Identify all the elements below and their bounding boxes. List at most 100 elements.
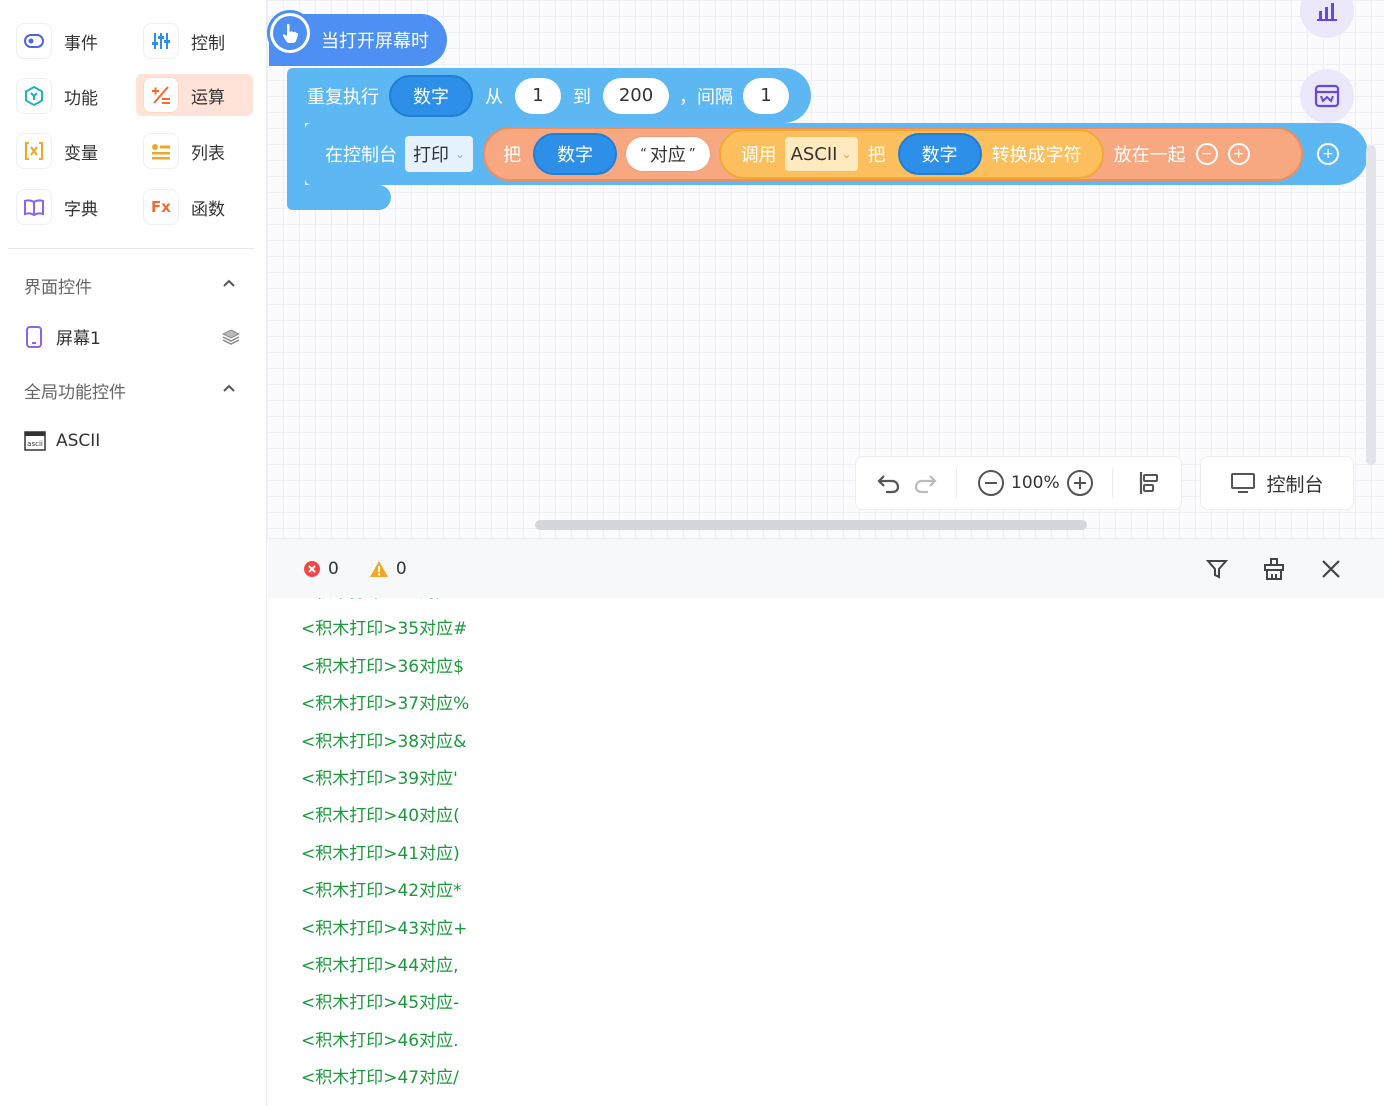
close-quote: ” <box>688 146 696 162</box>
block-canvas[interactable]: 当打开屏幕时 重复执行 数字 从 1 到 200 ， 间隔 1 在控制台 打印 ⌄… <box>267 0 1384 538</box>
canvas-toolbar: 100% <box>855 456 1182 510</box>
undo-icon[interactable] <box>876 470 902 496</box>
store-icon <box>1314 84 1340 108</box>
component-label: ASCII <box>56 431 101 451</box>
call-arg-keyword: 把 <box>867 145 886 166</box>
console-line: <积木打印>34对应" <box>301 598 1301 611</box>
category-list[interactable]: 列表 <box>143 130 259 172</box>
console-line: <积木打印>38对应& <box>301 731 467 752</box>
list-icon <box>143 133 179 169</box>
console-line: <积木打印>36对应$ <box>301 656 464 677</box>
to-value-input[interactable]: 200 <box>603 77 669 114</box>
print-method-value: 打印 <box>413 145 449 166</box>
call-arg-variable[interactable]: 数字 <box>897 133 982 175</box>
warning-icon <box>369 560 388 577</box>
category-operator[interactable]: 运算 <box>136 74 253 116</box>
zoom-in-icon[interactable] <box>1066 469 1094 497</box>
console-toggle-button[interactable]: 控制台 <box>1200 456 1354 510</box>
zoom-out-icon[interactable] <box>977 469 1005 497</box>
category-label: 列表 <box>191 143 225 164</box>
step-value-input[interactable]: 1 <box>743 77 789 114</box>
component-ascii[interactable]: ascii ASCII <box>24 430 100 452</box>
warning-count-value: 0 <box>395 558 407 579</box>
console-line: <积木打印>37对应% <box>301 694 470 715</box>
console-print-block[interactable]: 在控制台 打印 ⌄ 把 数字 “对应” 调用 ASCII ⌄ 把 数字 转换成字符 … <box>305 123 1368 185</box>
chevron-up-icon[interactable] <box>222 382 236 396</box>
component-label: 屏幕1 <box>56 329 101 349</box>
console-line: <积木打印>45对应- <box>301 993 460 1014</box>
category-label: 事件 <box>64 33 98 54</box>
add-item-icon[interactable]: + <box>1227 143 1250 165</box>
repeat-label: 重复执行 <box>307 86 379 108</box>
category-variable[interactable]: 变量 <box>16 130 132 172</box>
console-output[interactable]: <积木打印>34对应" <积木打印>35对应# <积木打印>36对应$ <积木打印>3… <box>267 598 1384 1106</box>
phone-icon <box>26 325 42 348</box>
store-button[interactable] <box>1300 69 1354 123</box>
redo-icon[interactable] <box>912 470 938 496</box>
loop-variable[interactable]: 数字 <box>389 74 473 117</box>
warning-count[interactable]: 0 <box>369 559 407 579</box>
loop-variable-label: 数字 <box>413 86 449 108</box>
category-fx[interactable]: Fx 函数 <box>143 186 259 228</box>
console-line: <积木打印>39对应' <box>301 768 458 789</box>
category-label: 运算 <box>191 87 225 108</box>
repeat-block[interactable]: 重复执行 数字 从 1 到 200 ， 间隔 1 <box>287 68 811 123</box>
join-end-label: 放在一起 <box>1113 145 1186 166</box>
print-method-dropdown[interactable]: 打印 ⌄ <box>405 136 474 172</box>
console-line: <积木打印>44对应, <box>301 955 459 976</box>
function-hex-icon <box>16 78 52 114</box>
vertical-scrollbar[interactable] <box>1366 145 1376 465</box>
call-arg-label: 数字 <box>921 145 958 166</box>
console-line: <积木打印>46对应. <box>301 1030 459 1051</box>
align-blocks-icon[interactable] <box>1137 470 1161 496</box>
chevron-down-icon: ⌄ <box>455 147 466 161</box>
toolbar-divider <box>1111 468 1113 498</box>
call-ascii-block[interactable]: 调用 ASCII ⌄ 把 数字 转换成字符 <box>718 129 1104 179</box>
operator-icon <box>143 77 179 113</box>
filter-icon[interactable] <box>1203 555 1231 583</box>
variable-icon <box>16 133 52 169</box>
horizontal-scrollbar[interactable] <box>535 520 1087 530</box>
ui-controls-title: 界面控件 <box>24 278 92 298</box>
join-text-block[interactable]: 把 数字 “对应” 调用 ASCII ⌄ 把 数字 转换成字符 放在一起 − + <box>483 127 1304 181</box>
open-quote: “ <box>640 146 647 162</box>
bar-chart-icon <box>1317 3 1337 21</box>
call-target-dropdown[interactable]: ASCII ⌄ <box>784 137 858 171</box>
stats-button[interactable] <box>1300 0 1354 38</box>
error-icon <box>304 560 320 577</box>
layers-icon[interactable] <box>222 328 240 346</box>
console-button-label: 控制台 <box>1266 473 1324 496</box>
error-count[interactable]: 0 <box>303 559 339 579</box>
category-label: 功能 <box>64 88 98 109</box>
dictionary-icon <box>16 189 52 225</box>
console-line: <积木打印>41对应) <box>301 843 460 864</box>
svg-text:ascii: ascii <box>27 440 43 448</box>
close-icon[interactable] <box>1317 555 1345 583</box>
toolbar-divider <box>956 468 957 498</box>
console-line: <积木打印>47对应/ <box>301 1068 459 1089</box>
clear-brush-icon[interactable] <box>1260 555 1288 583</box>
fx-icon: Fx <box>143 189 179 225</box>
text-literal-value: 对应 <box>649 145 686 166</box>
category-control[interactable]: 控制 <box>143 20 259 62</box>
component-screen1[interactable]: 屏幕1 <box>24 324 240 349</box>
hat-circle <box>267 10 313 56</box>
join-variable[interactable]: 数字 <box>533 133 618 175</box>
console-line: <积木打印>35对应# <box>301 619 468 640</box>
category-label: 字典 <box>64 199 98 220</box>
separator: ， <box>679 86 697 108</box>
add-input-icon[interactable]: + <box>1317 143 1340 165</box>
call-target-value: ASCII <box>790 143 838 165</box>
chevron-up-icon[interactable] <box>222 277 236 291</box>
monitor-icon <box>1231 473 1256 493</box>
divider <box>8 248 254 249</box>
error-count-value: 0 <box>328 558 339 579</box>
text-literal[interactable]: “对应” <box>625 136 711 172</box>
from-value-input[interactable]: 1 <box>515 77 561 114</box>
category-label: 函数 <box>191 199 225 220</box>
remove-item-icon[interactable]: − <box>1195 143 1218 165</box>
category-function[interactable]: 功能 <box>16 75 132 117</box>
category-event[interactable]: 事件 <box>16 20 132 62</box>
category-dictionary[interactable]: 字典 <box>16 186 132 228</box>
repeat-foot <box>287 185 391 210</box>
